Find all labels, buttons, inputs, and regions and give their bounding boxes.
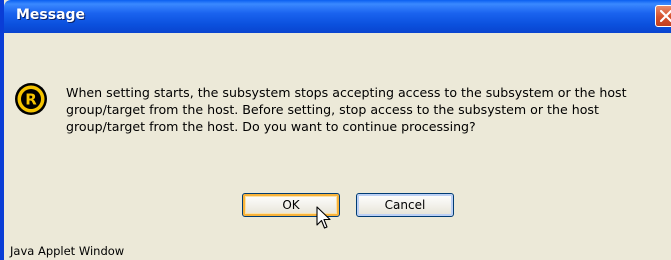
close-x-icon <box>659 9 671 23</box>
close-button[interactable] <box>655 5 671 27</box>
message-line: group/target from the host. Do you want … <box>66 119 476 134</box>
message-line: group/target from the host. Before setti… <box>66 102 599 117</box>
message-line: When setting starts, the subsystem stops… <box>66 85 627 100</box>
status-text: Java Applet Window <box>10 244 125 258</box>
window-title: Message <box>16 7 86 23</box>
dialog-window: Message R When setting starts, the subsy… <box>0 0 671 260</box>
ok-button-label: OK <box>282 198 300 212</box>
message-text: When setting starts, the subsystem stops… <box>66 84 666 135</box>
cancel-button[interactable]: Cancel <box>356 193 454 217</box>
svg-text:R: R <box>25 91 37 109</box>
cancel-button-label: Cancel <box>384 198 426 212</box>
mouse-pointer-icon <box>316 206 331 229</box>
r-warning-icon: R <box>15 83 47 115</box>
title-bar[interactable]: Message <box>4 0 671 33</box>
dialog-content: R When setting starts, the subsystem sto… <box>8 33 671 260</box>
